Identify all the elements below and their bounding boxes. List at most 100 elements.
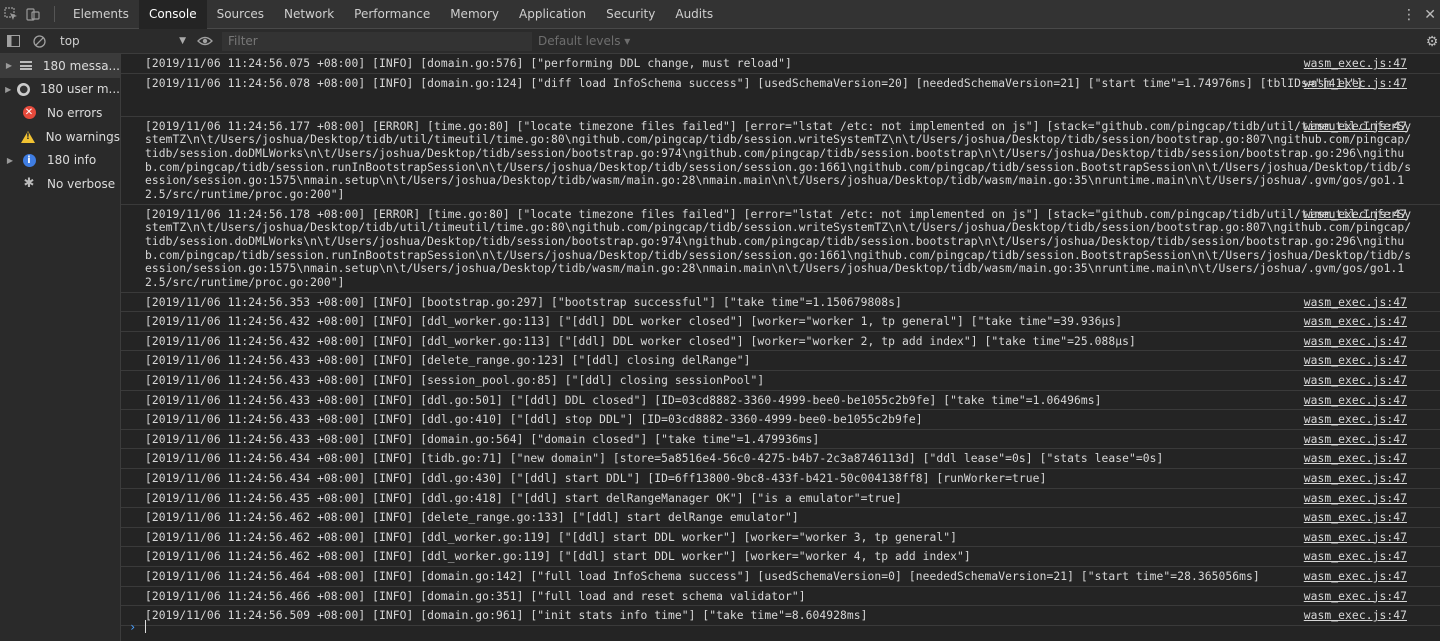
log-source-link[interactable]: wasm_exec.js:47 (1304, 120, 1407, 134)
expand-arrow-icon[interactable]: ▶ (0, 156, 20, 165)
log-source-link[interactable]: wasm_exec.js:47 (1304, 394, 1407, 408)
warning-icon: ! (19, 130, 36, 144)
panel-tabs: Elements Console Sources Network Performance… (63, 0, 723, 29)
log-message: [2019/11/06 11:24:56.433 +08:00] [INFO] … (145, 432, 820, 446)
console-input-cursor[interactable] (145, 620, 146, 633)
log-levels-dropdown[interactable]: Default levels ▾ (538, 34, 630, 48)
log-source-link[interactable]: wasm_exec.js:47 (1304, 492, 1407, 506)
log-source-link[interactable]: wasm_exec.js:47 (1304, 452, 1407, 466)
log-message: [2019/11/06 11:24:56.434 +08:00] [INFO] … (145, 452, 1164, 466)
log-message: [2019/11/06 11:24:56.433 +08:00] [INFO] … (145, 393, 1102, 407)
sidebar-item-messages[interactable]: ▶ 180 messa... (0, 54, 120, 78)
log-source-link[interactable]: wasm_exec.js:47 (1304, 531, 1407, 545)
log-message: [2019/11/06 11:24:56.078 +08:00] [INFO] … (145, 76, 1363, 90)
log-row: [2019/11/06 11:24:56.353 +08:00] [INFO] … (121, 293, 1440, 313)
device-toolbar-icon[interactable] (22, 0, 44, 29)
log-source-link[interactable]: wasm_exec.js:47 (1304, 57, 1407, 71)
more-options-icon[interactable]: ⋮ (1402, 0, 1416, 29)
expand-arrow-icon[interactable]: ▶ (0, 61, 18, 70)
tab-sources[interactable]: Sources (207, 0, 274, 29)
console-log: [2019/11/06 11:24:56.075 +08:00] [INFO] … (121, 54, 1440, 641)
log-message: [2019/11/06 11:24:56.432 +08:00] [INFO] … (145, 334, 1136, 348)
sidebar-item-errors[interactable]: ✕ No errors (0, 101, 120, 125)
log-row: [2019/11/06 11:24:56.178 +08:00] [ERROR]… (121, 205, 1440, 293)
tab-performance[interactable]: Performance (344, 0, 440, 29)
sidebar-item-label: 180 messa... (42, 58, 120, 73)
log-message: [2019/11/06 11:24:56.464 +08:00] [INFO] … (145, 569, 1260, 583)
log-source-link[interactable]: wasm_exec.js:47 (1304, 374, 1407, 388)
user-icon: ● (16, 82, 31, 96)
log-row: [2019/11/06 11:24:56.432 +08:00] [INFO] … (121, 332, 1440, 352)
log-source-link[interactable]: wasm_exec.js:47 (1304, 433, 1407, 447)
info-icon: i (20, 153, 38, 167)
console-sidebar: ▶ 180 messa... ▶ ● 180 user m... ✕ No er… (0, 54, 121, 641)
log-source-link[interactable]: wasm_exec.js:47 (1304, 511, 1407, 525)
log-source-link[interactable]: wasm_exec.js:47 (1304, 570, 1407, 584)
sidebar-item-info[interactable]: ▶ i 180 info (0, 148, 120, 172)
log-message: [2019/11/06 11:24:56.509 +08:00] [INFO] … (145, 609, 868, 623)
log-source-link[interactable]: wasm_exec.js:47 (1304, 77, 1407, 91)
toolbar-divider (54, 6, 55, 22)
log-message: [2019/11/06 11:24:56.433 +08:00] [INFO] … (145, 413, 923, 427)
sidebar-item-label: 180 user m... (40, 82, 120, 97)
log-source-link[interactable]: wasm_exec.js:47 (1304, 413, 1407, 427)
log-source-link[interactable]: wasm_exec.js:47 (1304, 550, 1407, 564)
tab-console[interactable]: Console (138, 0, 207, 29)
context-selector[interactable]: top ▼ (52, 29, 192, 54)
log-source-link[interactable]: wasm_exec.js:47 (1304, 609, 1407, 623)
tab-elements[interactable]: Elements (63, 0, 139, 29)
console-prompt-icon: › (129, 620, 137, 634)
filter-input[interactable] (222, 31, 532, 51)
log-row: [2019/11/06 11:24:56.433 +08:00] [INFO] … (121, 391, 1440, 411)
log-source-link[interactable]: wasm_exec.js:47 (1304, 472, 1407, 486)
inspect-element-icon[interactable] (0, 0, 22, 29)
log-row: [2019/11/06 11:24:56.466 +08:00] [INFO] … (121, 587, 1440, 607)
log-row: [2019/11/06 11:24:56.462 +08:00] [INFO] … (121, 528, 1440, 548)
log-source-link[interactable]: wasm_exec.js:47 (1304, 590, 1407, 604)
log-row: [2019/11/06 11:24:56.462 +08:00] [INFO] … (121, 547, 1440, 567)
sidebar-item-verbose[interactable]: ✱ No verbose (0, 172, 120, 196)
log-source-link[interactable]: wasm_exec.js:47 (1304, 315, 1407, 329)
tab-network[interactable]: Network (274, 0, 344, 29)
expand-arrow-icon[interactable]: ▶ (0, 85, 16, 94)
log-row: [2019/11/06 11:24:56.434 +08:00] [INFO] … (121, 449, 1440, 469)
bug-icon: ✱ (23, 176, 35, 192)
log-row: [2019/11/06 11:24:56.433 +08:00] [INFO] … (121, 351, 1440, 371)
eye-icon[interactable] (192, 29, 218, 54)
log-message: [2019/11/06 11:24:56.466 +08:00] [INFO] … (145, 589, 806, 603)
log-message: [2019/11/06 11:24:56.432 +08:00] [INFO] … (145, 315, 1123, 329)
log-message: [2019/11/06 11:24:56.177 +08:00] [ERROR]… (145, 119, 1412, 202)
log-message: [2019/11/06 11:24:56.462 +08:00] [INFO] … (145, 550, 971, 564)
clear-console-icon[interactable] (26, 29, 52, 54)
log-message: [2019/11/06 11:24:56.435 +08:00] [INFO] … (145, 491, 902, 505)
tab-memory[interactable]: Memory (440, 0, 509, 29)
log-row: [2019/11/06 11:24:56.509 +08:00] [INFO] … (121, 606, 1440, 626)
gear-icon[interactable]: ⚙ (1424, 29, 1440, 54)
log-source-link[interactable]: wasm_exec.js:47 (1304, 208, 1407, 222)
error-icon: ✕ (20, 106, 38, 120)
tab-application[interactable]: Application (509, 0, 596, 29)
log-row: [2019/11/06 11:24:56.177 +08:00] [ERROR]… (121, 117, 1440, 205)
log-message: [2019/11/06 11:24:56.462 +08:00] [INFO] … (145, 511, 799, 525)
log-message: [2019/11/06 11:24:56.462 +08:00] [INFO] … (145, 530, 957, 544)
log-row: [2019/11/06 11:24:56.462 +08:00] [INFO] … (121, 508, 1440, 528)
log-row: [2019/11/06 11:24:56.435 +08:00] [INFO] … (121, 489, 1440, 509)
tab-security[interactable]: Security (596, 0, 665, 29)
log-source-link[interactable]: wasm_exec.js:47 (1304, 354, 1407, 368)
sidebar-item-label: 180 info (47, 153, 97, 168)
log-source-link[interactable]: wasm_exec.js:47 (1304, 296, 1407, 310)
log-row: [2019/11/06 11:24:56.464 +08:00] [INFO] … (121, 567, 1440, 587)
context-label: top (60, 34, 80, 48)
list-icon (18, 59, 34, 73)
sidebar-item-user-messages[interactable]: ▶ ● 180 user m... (0, 78, 120, 102)
chevron-down-icon: ▼ (179, 36, 186, 46)
sidebar-toggle-icon[interactable] (0, 29, 26, 54)
log-source-link[interactable]: wasm_exec.js:47 (1304, 335, 1407, 349)
tab-audits[interactable]: Audits (665, 0, 723, 29)
log-message: [2019/11/06 11:24:56.433 +08:00] [INFO] … (145, 373, 765, 387)
log-row: [2019/11/06 11:24:56.433 +08:00] [INFO] … (121, 371, 1440, 391)
sidebar-item-warnings[interactable]: ! No warnings (0, 125, 120, 149)
close-devtools-icon[interactable]: ✕ (1424, 0, 1436, 29)
sidebar-item-label: No warnings (45, 129, 120, 144)
log-message: [2019/11/06 11:24:56.075 +08:00] [INFO] … (145, 57, 792, 70)
